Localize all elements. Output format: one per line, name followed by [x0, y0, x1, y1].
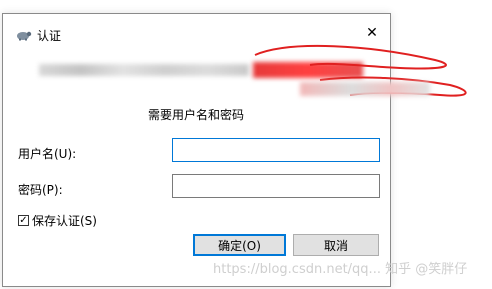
- redacted-url: [39, 64, 249, 76]
- save-auth-checkbox[interactable]: ✓ 保存认证(S): [18, 212, 97, 229]
- username-field[interactable]: [172, 138, 380, 162]
- tortoise-icon: [16, 29, 32, 44]
- checkmark-icon[interactable]: ✓: [18, 215, 29, 226]
- auth-prompt: 需要用户名和密码: [148, 108, 245, 122]
- password-label: 密码(P):: [18, 183, 63, 197]
- save-auth-label: 保存认证(S): [32, 214, 97, 228]
- redacted-url-2: [300, 82, 430, 96]
- password-field[interactable]: [172, 174, 380, 198]
- ok-button[interactable]: 确定(O): [193, 234, 286, 256]
- redaction-scribble: [254, 44, 467, 97]
- close-icon: ✕: [366, 25, 378, 41]
- username-label: 用户名(U):: [18, 147, 77, 161]
- watermark: https://blog.csdn.net/qq... 知乎 @笑胖仔: [213, 262, 468, 277]
- window-title: 认证: [37, 29, 62, 43]
- cancel-button[interactable]: 取消: [293, 234, 379, 256]
